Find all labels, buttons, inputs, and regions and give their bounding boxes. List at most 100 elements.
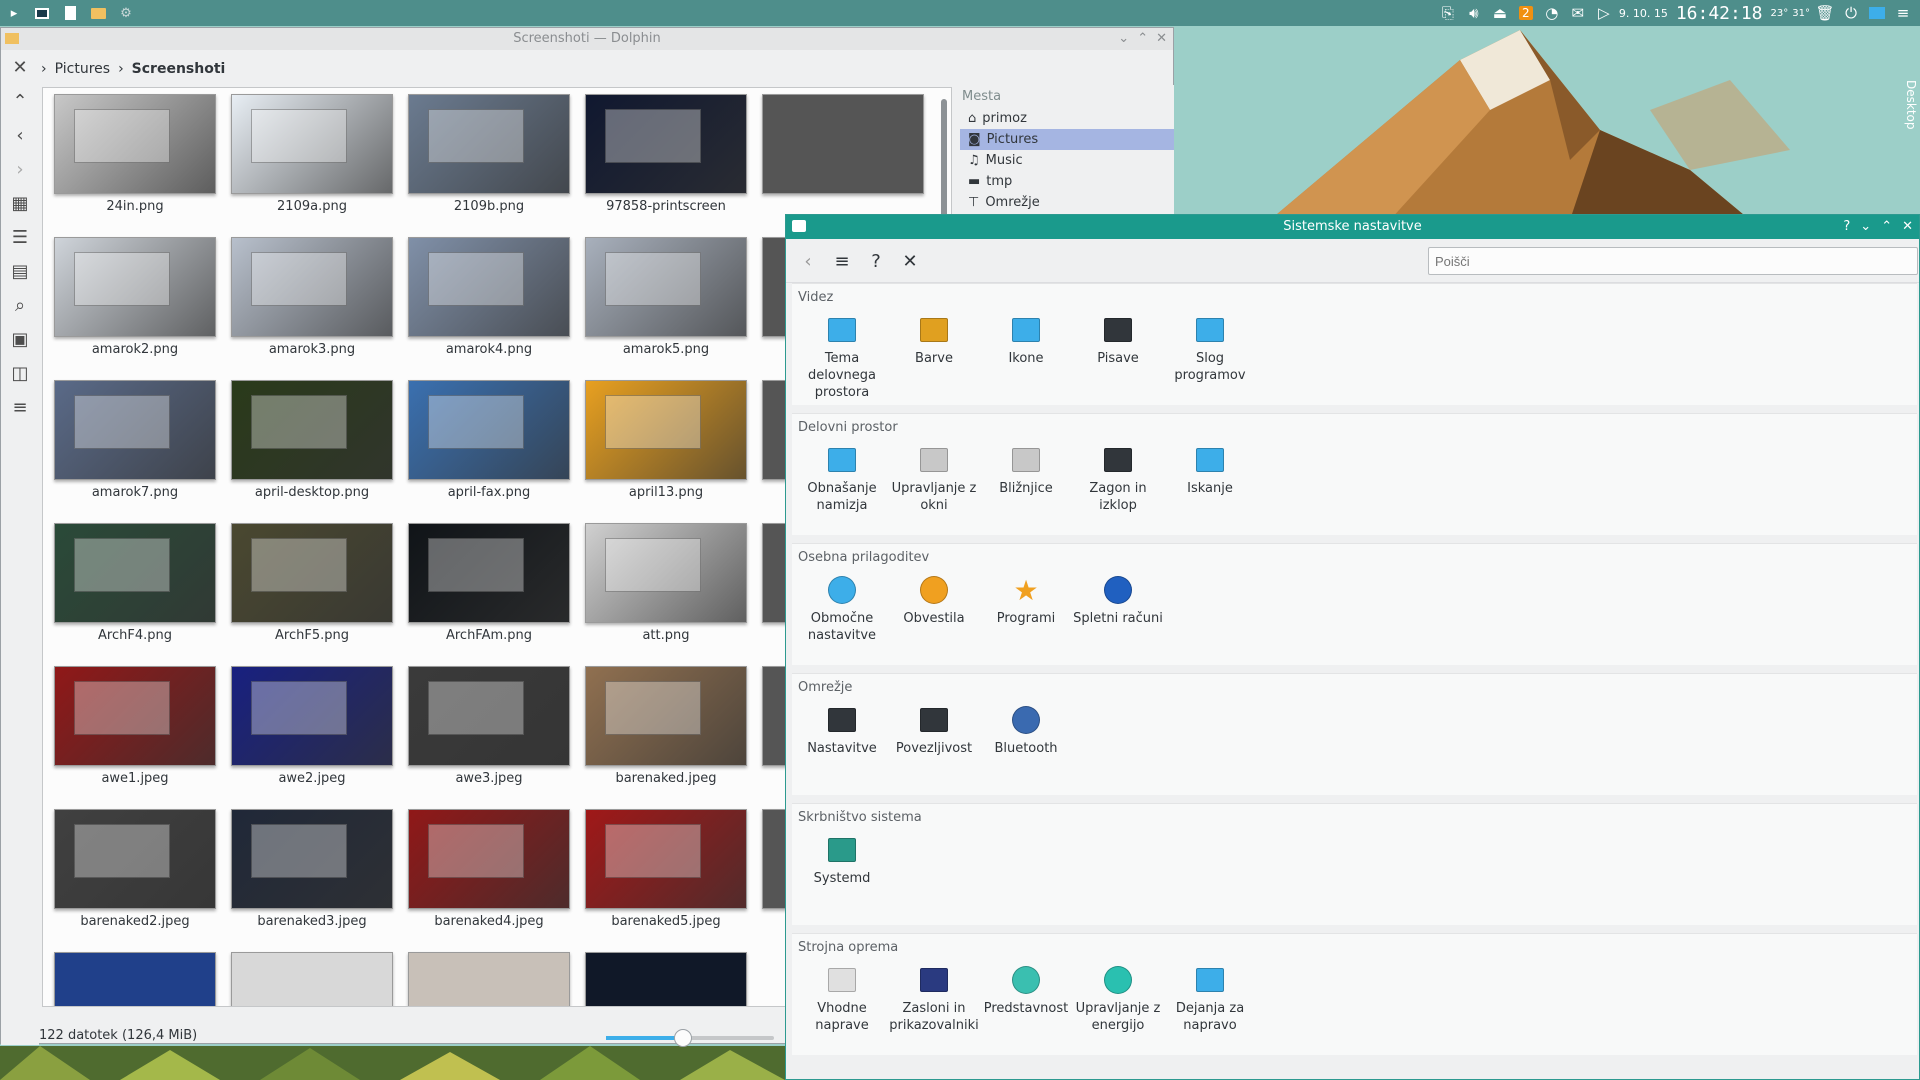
settings-module[interactable]: Predstavnost bbox=[980, 964, 1072, 1017]
file-thumbnail[interactable] bbox=[54, 380, 216, 480]
settings-module[interactable]: Zagon in izklop bbox=[1072, 444, 1164, 514]
terminal-task-icon[interactable] bbox=[28, 0, 56, 26]
up-icon[interactable]: ⌃ bbox=[1, 84, 39, 118]
file-thumbnail[interactable] bbox=[231, 237, 393, 337]
forward-icon[interactable]: › bbox=[1, 152, 39, 186]
file-thumbnail[interactable] bbox=[231, 380, 393, 480]
settings-module[interactable]: Obvestila bbox=[888, 574, 980, 627]
file-thumbnail[interactable] bbox=[231, 523, 393, 623]
close-button[interactable]: ✕ bbox=[1156, 28, 1167, 50]
back-icon[interactable]: ‹ bbox=[796, 249, 820, 273]
file-name[interactable]: amarok3.png bbox=[222, 342, 402, 357]
settings-module[interactable]: Upravljanje z energijo bbox=[1072, 964, 1164, 1034]
file-name[interactable]: barenaked4.jpeg bbox=[399, 914, 579, 929]
desktop-toolbox-button[interactable]: Desktop bbox=[1904, 80, 1918, 130]
menu-icon[interactable]: ≡ bbox=[1, 390, 39, 424]
settings-module[interactable]: Dejanja za napravo bbox=[1164, 964, 1256, 1034]
file-thumbnail[interactable] bbox=[54, 523, 216, 623]
help-icon[interactable]: ? bbox=[864, 249, 888, 273]
file-name[interactable]: ArchFAm.png bbox=[399, 628, 579, 643]
close-button[interactable]: ✕ bbox=[1902, 215, 1913, 239]
file-name[interactable]: barenaked.jpeg bbox=[576, 771, 756, 786]
clipboard-icon[interactable]: ⎘ bbox=[1437, 3, 1459, 23]
place-item[interactable]: ◙ Pictures bbox=[960, 129, 1174, 150]
file-name[interactable]: 24in.png bbox=[45, 199, 225, 214]
help-button[interactable]: ? bbox=[1843, 215, 1850, 239]
maximize-button[interactable]: ⌃ bbox=[1137, 28, 1148, 50]
settings-module[interactable]: Systemd bbox=[796, 834, 888, 887]
compact-view-icon[interactable]: ☰ bbox=[1, 220, 39, 254]
monitor-icon[interactable] bbox=[1866, 3, 1888, 23]
file-thumbnail[interactable] bbox=[408, 380, 570, 480]
updates-badge[interactable]: 2 bbox=[1515, 3, 1537, 23]
file-thumbnail[interactable] bbox=[585, 380, 747, 480]
breadcrumb-pictures[interactable]: Pictures bbox=[55, 61, 110, 77]
file-name[interactable]: amarok2.png bbox=[45, 342, 225, 357]
media-icon[interactable]: ▷ bbox=[1593, 3, 1615, 23]
settings-module[interactable]: Upravljanje z okni bbox=[888, 444, 980, 514]
file-name[interactable]: barenaked5.jpeg bbox=[576, 914, 756, 929]
file-thumbnail[interactable] bbox=[231, 809, 393, 909]
file-thumbnail[interactable] bbox=[408, 237, 570, 337]
file-thumbnail[interactable] bbox=[585, 952, 747, 1006]
split-icon[interactable]: ◫ bbox=[1, 356, 39, 390]
settings-titlebar[interactable]: Sistemske nastavitve ? ⌄ ⌃ ✕ bbox=[786, 215, 1919, 239]
settings-task-icon[interactable]: ⚙ bbox=[112, 0, 140, 26]
clock[interactable]: 16:42:18 bbox=[1676, 3, 1763, 24]
settings-module[interactable]: Nastavitve bbox=[796, 704, 888, 757]
file-name[interactable]: 2109b.png bbox=[399, 199, 579, 214]
file-thumbnail[interactable] bbox=[231, 666, 393, 766]
file-thumbnail[interactable] bbox=[585, 666, 747, 766]
minimize-button[interactable]: ⌄ bbox=[1118, 28, 1129, 50]
file-thumbnail[interactable] bbox=[54, 666, 216, 766]
file-thumbnail[interactable] bbox=[408, 94, 570, 194]
volume-icon[interactable]: 🔊︎ bbox=[1463, 3, 1485, 23]
file-name[interactable]: ArchF5.png bbox=[222, 628, 402, 643]
close-icon[interactable]: ✕ bbox=[898, 249, 922, 273]
file-thumbnail[interactable] bbox=[54, 237, 216, 337]
file-name[interactable]: amarok4.png bbox=[399, 342, 579, 357]
back-icon[interactable]: ‹ bbox=[1, 118, 39, 152]
file-name[interactable]: amarok7.png bbox=[45, 485, 225, 500]
file-thumbnail[interactable] bbox=[585, 809, 747, 909]
file-name[interactable]: april-desktop.png bbox=[222, 485, 402, 500]
file-name[interactable]: barenaked2.jpeg bbox=[45, 914, 225, 929]
file-name[interactable]: barenaked3.jpeg bbox=[222, 914, 402, 929]
file-thumbnail[interactable] bbox=[408, 952, 570, 1006]
file-thumbnail[interactable] bbox=[54, 94, 216, 194]
search-input[interactable] bbox=[1428, 247, 1918, 275]
breadcrumb-screenshoti[interactable]: Screenshoti bbox=[132, 61, 226, 77]
trash-icon[interactable]: 🗑︎ bbox=[1814, 3, 1836, 23]
file-thumbnail[interactable] bbox=[408, 523, 570, 623]
settings-module[interactable]: Bluetooth bbox=[980, 704, 1072, 757]
settings-module[interactable]: ★ Programi bbox=[980, 574, 1072, 627]
file-thumbnail[interactable] bbox=[408, 809, 570, 909]
usb-icon[interactable]: ⏏ bbox=[1489, 3, 1511, 23]
file-thumbnail[interactable] bbox=[762, 94, 924, 194]
file-name[interactable]: awe3.jpeg bbox=[399, 771, 579, 786]
settings-module[interactable]: Spletni računi bbox=[1072, 574, 1164, 627]
maximize-button[interactable]: ⌃ bbox=[1881, 215, 1892, 239]
file-thumbnail[interactable] bbox=[54, 809, 216, 909]
settings-module[interactable]: Obnašanje namizja bbox=[796, 444, 888, 514]
place-item[interactable]: ⌂ primoz bbox=[960, 108, 1174, 129]
settings-module[interactable]: Pisave bbox=[1072, 314, 1164, 367]
file-name[interactable]: april-fax.png bbox=[399, 485, 579, 500]
panel-settings-icon[interactable]: ≡ bbox=[1892, 3, 1914, 23]
file-name[interactable]: 2109a.png bbox=[222, 199, 402, 214]
file-name[interactable]: awe2.jpeg bbox=[222, 771, 402, 786]
file-thumbnail[interactable] bbox=[54, 952, 216, 1006]
settings-module[interactable]: Bližnjice bbox=[980, 444, 1072, 497]
icons-view-icon[interactable]: ▦ bbox=[1, 186, 39, 220]
power-icon[interactable]: ⏻ bbox=[1840, 3, 1862, 23]
file-thumbnail[interactable] bbox=[408, 666, 570, 766]
details-view-icon[interactable]: ▤ bbox=[1, 254, 39, 288]
settings-module[interactable]: Barve bbox=[888, 314, 980, 367]
document-task-icon[interactable] bbox=[56, 0, 84, 26]
file-name[interactable]: 97858-printscreen bbox=[576, 199, 756, 214]
settings-module[interactable]: Območne nastavitve bbox=[796, 574, 888, 644]
app-launcher-icon[interactable]: ▸ bbox=[0, 0, 28, 26]
file-thumbnail[interactable] bbox=[231, 94, 393, 194]
browser-icon[interactable]: ◔ bbox=[1541, 3, 1563, 23]
file-name[interactable]: awe1.jpeg bbox=[45, 771, 225, 786]
